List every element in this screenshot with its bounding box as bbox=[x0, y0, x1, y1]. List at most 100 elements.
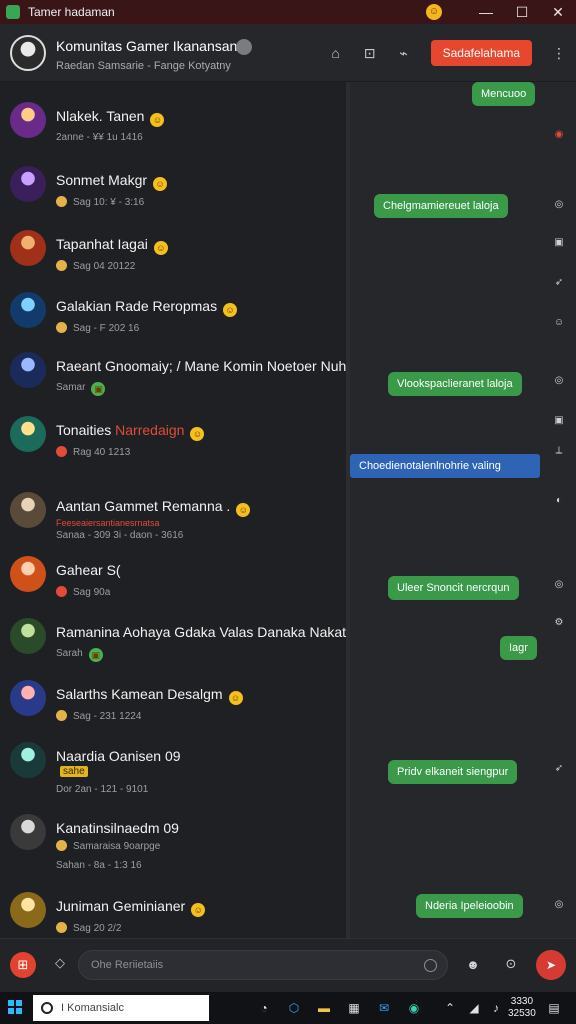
user-icon[interactable]: ◐ bbox=[552, 494, 566, 508]
status-badge: sahe bbox=[60, 766, 88, 777]
os-taskbar: I Komansialc ◔ ⬡ ▬ ▦ ✉ ◉ ⌃ ◢ ♪ 3330 3253… bbox=[0, 992, 576, 1024]
clock-time: 3330 bbox=[510, 996, 534, 1007]
contact-row[interactable]: Tonaities Narredaign ☺ Rag 40 1213 bbox=[0, 414, 346, 474]
message-bubble[interactable]: Vlookspaclieranet laloja bbox=[388, 372, 522, 396]
contact-row[interactable]: Aantan Gammet Remanna . ☺ Feeseaiersantia… bbox=[0, 490, 346, 550]
smile-emoji-icon: ☺ bbox=[223, 303, 238, 317]
app-icon[interactable]: ◉ bbox=[404, 998, 424, 1018]
message-input[interactable]: Ohe Reriietaiis bbox=[78, 950, 448, 980]
contact-name: Naardia Oanisen 09 bbox=[56, 748, 181, 764]
contact-row[interactable]: Ramanina Aohaya Gdaka Valas Danaka Nakat… bbox=[0, 616, 346, 676]
message-bubble[interactable]: Nderia Ipeleioobin bbox=[416, 894, 523, 918]
reaction-icon[interactable]: ◎ bbox=[552, 578, 566, 592]
contact-row[interactable]: Naardia Oanisen 09 sahe Dor 2an - 121 - … bbox=[0, 740, 346, 800]
reaction-icon[interactable]: ◎ bbox=[552, 898, 566, 912]
window-title: Tamer hadaman bbox=[28, 5, 115, 19]
contact-name: Ramanina Aohaya Gdaka Valas Danaka Nakat bbox=[56, 624, 346, 640]
group-avatar[interactable] bbox=[10, 35, 46, 71]
reaction-icon[interactable]: ◎ bbox=[552, 374, 566, 388]
smile-emoji-icon: ☺ bbox=[191, 903, 206, 917]
smile-emoji-icon: ☺ bbox=[150, 113, 165, 127]
avatar bbox=[10, 742, 46, 778]
contact-meta: Sag - 231 1224 bbox=[56, 710, 141, 722]
pin-icon[interactable]: ⊡ bbox=[353, 36, 387, 70]
taskbar-search[interactable]: I Komansialc bbox=[33, 995, 209, 1021]
contact-row[interactable]: Salarths Kamean Desalgm ☺ Sag - 231 1224 bbox=[0, 678, 346, 738]
contact-tags: sahe bbox=[56, 766, 88, 777]
attach-button[interactable]: ⊞ bbox=[10, 952, 36, 978]
store-icon[interactable]: ▦ bbox=[344, 998, 364, 1018]
rocket-icon[interactable]: ➶ bbox=[552, 762, 566, 776]
rocket-icon[interactable]: ➶ bbox=[552, 276, 566, 290]
window-controls: ☺ — ☐ ✕ bbox=[426, 0, 576, 24]
notifications-icon[interactable]: ▤ bbox=[544, 998, 564, 1018]
taskbar-search-text: I Komansialc bbox=[61, 1002, 124, 1014]
pin-icon[interactable]: ⟂ bbox=[552, 444, 566, 458]
settings-icon[interactable]: ⚙ bbox=[552, 616, 566, 630]
game-icon: ▣ bbox=[91, 382, 106, 396]
edge-icon[interactable]: ⬡ bbox=[284, 998, 304, 1018]
gift-icon[interactable]: ◇ bbox=[50, 955, 70, 975]
avatar bbox=[10, 618, 46, 654]
send-button[interactable]: ➤ bbox=[536, 950, 566, 980]
start-button[interactable] bbox=[8, 1000, 22, 1014]
link-icon[interactable]: ⌁ bbox=[387, 36, 421, 70]
status-dot-icon bbox=[56, 446, 67, 457]
chevron-up-icon[interactable]: ⌃ bbox=[440, 998, 460, 1018]
avatar bbox=[10, 556, 46, 592]
message-bubble[interactable]: Iagr bbox=[500, 636, 537, 660]
bookmark-icon[interactable]: ▣ bbox=[552, 414, 566, 428]
chat-panel: Mencuoo ◉ Chelgmamiereuet laloja ◎ ▣ ➶ ☺… bbox=[350, 82, 576, 938]
task-view-icon[interactable]: ◔ bbox=[254, 998, 274, 1018]
minimize-button[interactable]: — bbox=[468, 0, 504, 24]
maximize-button[interactable]: ☐ bbox=[504, 0, 540, 24]
avatar bbox=[10, 814, 46, 850]
chat-header: Komunitas Gamer Ikanansan Raedan Samsari… bbox=[0, 24, 576, 82]
close-button[interactable]: ✕ bbox=[540, 0, 576, 24]
contact-row[interactable]: Tapanhat Iagai ☺ Sag 04 20122 bbox=[0, 228, 346, 288]
home-icon[interactable]: ⌂ bbox=[319, 36, 353, 70]
search-icon bbox=[41, 1002, 53, 1014]
bookmark-icon[interactable]: ▣ bbox=[552, 236, 566, 250]
upload-icon[interactable]: ⊙ bbox=[500, 953, 522, 975]
message-bubble[interactable]: Mencuoo bbox=[472, 82, 536, 106]
contact-meta: Dor 2an - 121 - 9101 bbox=[56, 784, 149, 795]
avatar bbox=[10, 492, 46, 528]
status-dot-icon bbox=[56, 260, 67, 271]
game-icon: ▣ bbox=[88, 648, 103, 662]
app-icon bbox=[6, 5, 20, 19]
status-dot-icon bbox=[56, 840, 67, 851]
folder-icon[interactable]: ▬ bbox=[314, 998, 334, 1018]
contact-name: Aantan Gammet Remanna . ☺ bbox=[56, 498, 251, 517]
contact-row[interactable]: Raeant Gnoomaiy; / Mane Komin Noetoer Nu… bbox=[0, 350, 346, 410]
smile-emoji-icon: ☺ bbox=[190, 427, 205, 441]
contact-row[interactable]: Galakian Rade Reropmas ☺ Sag - F 202 16 bbox=[0, 290, 346, 350]
more-icon[interactable]: ⋮ bbox=[542, 36, 576, 70]
join-call-button[interactable]: Sadafelahama bbox=[430, 40, 532, 66]
smile-emoji-icon: ☺ bbox=[236, 503, 251, 517]
contact-name: Tapanhat Iagai ☺ bbox=[56, 236, 168, 255]
avatar bbox=[10, 352, 46, 388]
clock[interactable]: 3330 32530 bbox=[508, 996, 536, 1020]
message-bubble[interactable]: Chelgmamiereuet laloja bbox=[374, 194, 508, 218]
notification-icon[interactable]: ◉ bbox=[552, 128, 566, 142]
contact-row[interactable]: Gahear S( Sag 90a bbox=[0, 554, 346, 614]
contact-row[interactable]: Sonmet Makgr ☺ Sag 10: ¥ - 3:16 bbox=[0, 164, 346, 224]
status-dot-icon bbox=[56, 322, 67, 333]
message-bubble[interactable]: Uleer Snoncit nercrqun bbox=[388, 576, 519, 600]
emoji-icon[interactable]: ☺ bbox=[426, 4, 442, 20]
smile-icon[interactable]: ☺ bbox=[552, 316, 566, 330]
contact-row[interactable]: Juniman Geminianer ☺ Sag 20 2/2 bbox=[0, 890, 346, 938]
smile-emoji-icon: ☺ bbox=[153, 241, 168, 255]
sticker-icon[interactable] bbox=[424, 959, 437, 972]
mail-icon[interactable]: ✉ bbox=[374, 998, 394, 1018]
emoji-icon[interactable]: ☻ bbox=[462, 953, 484, 975]
contact-row[interactable]: Kanatinsilnaedm 09 Samaraisa 9oarpge Sah… bbox=[0, 812, 346, 872]
message-bubble[interactable]: Pridv elkaneit siengpur bbox=[388, 760, 518, 784]
network-icon[interactable]: ◢ bbox=[464, 998, 484, 1018]
message-composer: ⊞ ◇ Ohe Reriietaiis ☻ ⊙ ➤ bbox=[0, 938, 576, 992]
message-bubble[interactable]: Choedienotalenlnohrie valing bbox=[350, 454, 540, 478]
volume-icon[interactable]: ♪ bbox=[486, 998, 506, 1018]
reaction-icon[interactable]: ◎ bbox=[552, 198, 566, 212]
contact-row[interactable]: Nlakek. Tanen ☺ 2anne - ¥¥ 1u 1416 bbox=[0, 100, 346, 160]
